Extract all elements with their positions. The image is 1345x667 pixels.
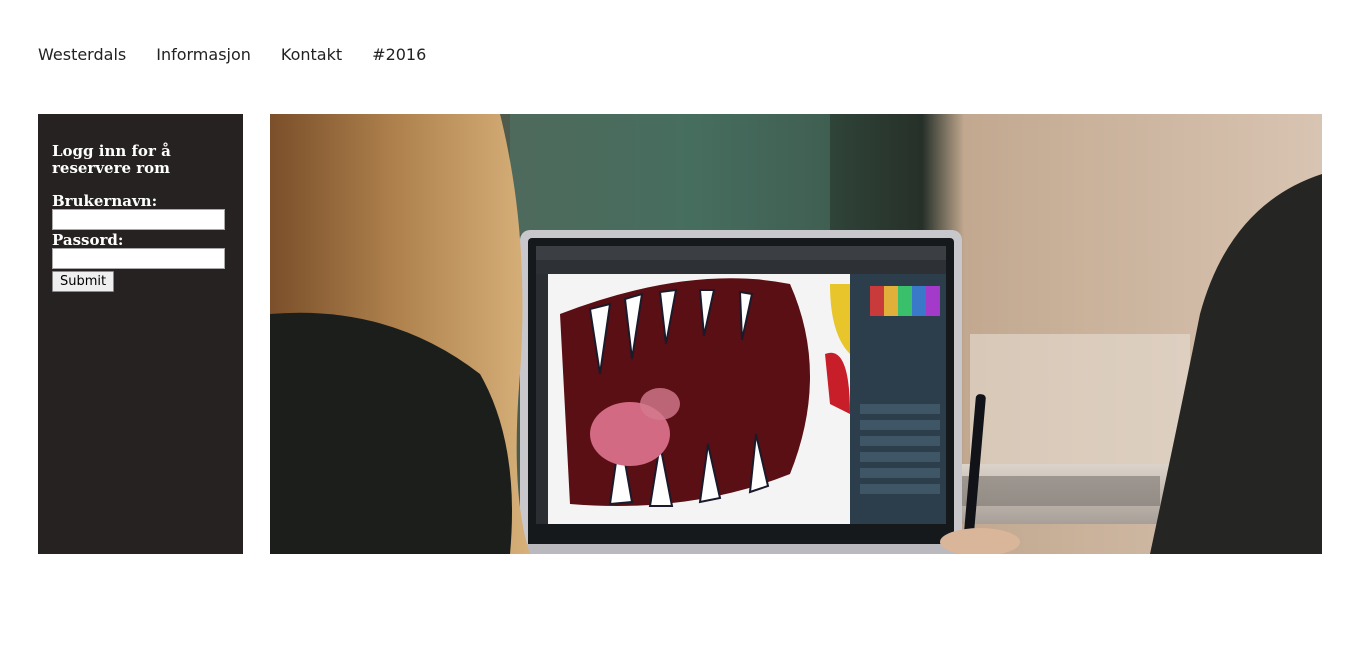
nav-link-westerdals[interactable]: Westerdals [38,44,126,66]
background-object [970,334,1190,474]
hero-image [270,114,1322,554]
password-input[interactable] [52,248,225,269]
top-navigation: Westerdals Informasjon Kontakt #2016 [38,44,426,66]
app-menubar [536,246,946,260]
nav-link-kontakt[interactable]: Kontakt [281,44,342,66]
nav-link-informasjon[interactable]: Informasjon [156,44,251,66]
app-toolbar [536,260,946,274]
hero-photo-illustration [270,114,1322,554]
window-light [510,114,830,234]
nav-link-2016[interactable]: #2016 [372,44,426,66]
app-tools-panel [536,274,548,524]
swatches [870,286,940,316]
username-label: Brukernavn: [52,192,158,210]
laptop-base [510,544,980,554]
submit-button[interactable]: Submit [52,271,115,292]
password-label: Passord: [52,231,124,249]
desk-tablet-screen [960,476,1160,506]
drawing-highlight [640,388,680,420]
login-title: Logg inn for å reservere rom [52,142,171,177]
login-panel: Logg inn for å reservere rom Brukernavn:… [38,114,243,554]
username-input[interactable] [52,209,225,230]
